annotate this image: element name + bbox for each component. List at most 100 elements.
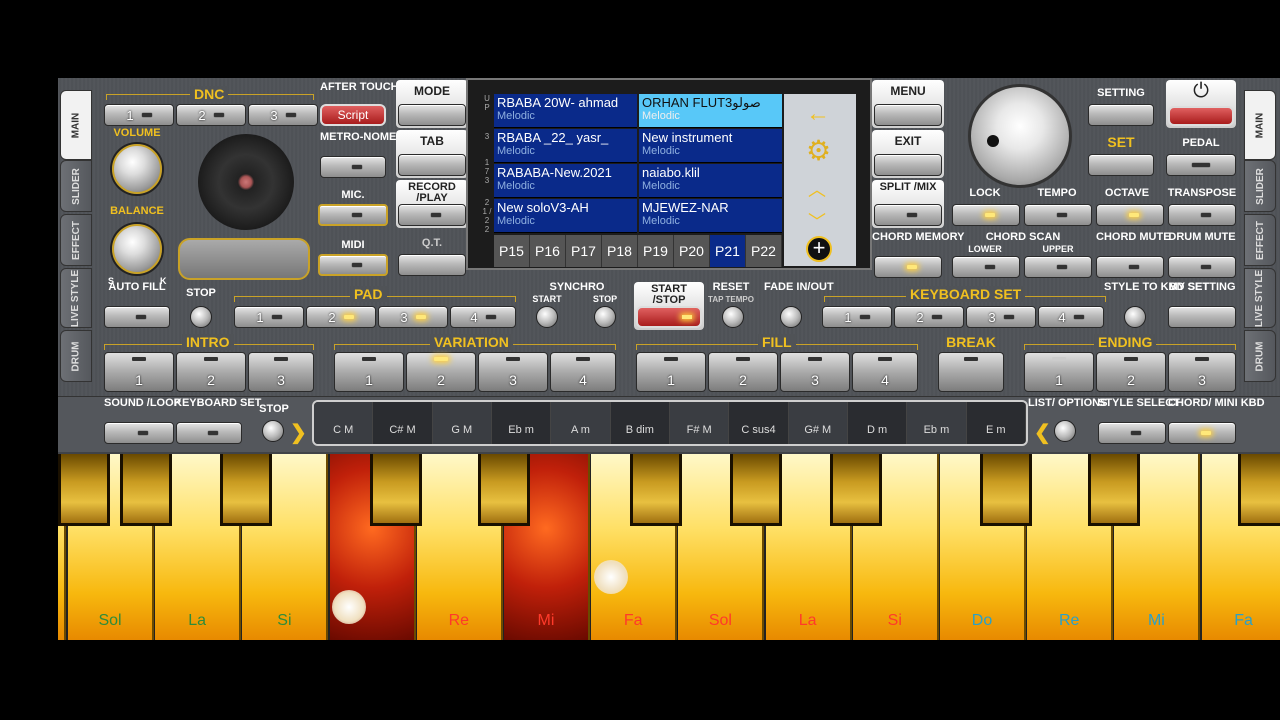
set-button[interactable] bbox=[1088, 154, 1154, 176]
ending-button-3[interactable]: 3 bbox=[1168, 352, 1236, 392]
chord-button[interactable]: C M bbox=[314, 402, 374, 444]
page-p20[interactable]: P20 bbox=[674, 235, 710, 267]
instrument-cell[interactable]: naiabo.klil Melodic bbox=[639, 164, 782, 198]
chord-mute-button[interactable] bbox=[1096, 256, 1164, 278]
chevron-right-icon[interactable]: ❯ bbox=[290, 420, 307, 445]
style-to-kbd-knob[interactable] bbox=[1124, 306, 1146, 328]
data-dial[interactable] bbox=[968, 84, 1072, 188]
chord-scan-lower-button[interactable] bbox=[952, 256, 1020, 278]
setting-button[interactable] bbox=[1088, 104, 1154, 126]
dnc-button-3[interactable]: 3 bbox=[248, 104, 318, 126]
keyboard-set-small-button[interactable] bbox=[176, 422, 242, 444]
metronome-button[interactable] bbox=[320, 156, 386, 178]
tab-main-left[interactable]: MAIN bbox=[60, 90, 92, 160]
instrument-cell[interactable]: MJEWEZ-NAR Melodic bbox=[639, 199, 782, 233]
reset-knob[interactable] bbox=[722, 306, 744, 328]
lock-button[interactable] bbox=[952, 204, 1020, 226]
tab-effect-left[interactable]: EFFECT bbox=[60, 214, 92, 266]
tab-drum-left[interactable]: DRUM bbox=[60, 330, 92, 382]
instrument-cell-selected[interactable]: ORHAN FLUT3صولو Melodic bbox=[639, 94, 782, 128]
tab-toggle[interactable] bbox=[398, 154, 466, 176]
chord-button[interactable]: E m bbox=[967, 402, 1026, 444]
chord-button[interactable]: G# M bbox=[788, 402, 848, 444]
black-key[interactable] bbox=[220, 454, 272, 526]
chord-button[interactable]: F# M bbox=[669, 402, 730, 444]
instrument-cell[interactable]: RBABA _22_ yasr_ Melodic bbox=[494, 129, 637, 163]
tempo-button[interactable] bbox=[1024, 204, 1092, 226]
break-button[interactable] bbox=[938, 352, 1004, 392]
variation-button-1[interactable]: 1 bbox=[334, 352, 404, 392]
black-key[interactable] bbox=[830, 454, 882, 526]
mic-button[interactable] bbox=[318, 204, 388, 226]
instrument-cell[interactable]: New instrument Melodic bbox=[639, 129, 782, 163]
vip-disc-icon[interactable] bbox=[198, 134, 294, 230]
chord-button[interactable]: C# M bbox=[373, 402, 433, 444]
page-p15[interactable]: P15 bbox=[494, 235, 530, 267]
black-key[interactable] bbox=[980, 454, 1032, 526]
power-button[interactable] bbox=[1168, 106, 1234, 126]
pad-button-3[interactable]: 3 bbox=[378, 306, 448, 328]
keyboard-set-button-2[interactable]: 2 bbox=[894, 306, 964, 328]
chevron-up-icon[interactable]: ︿ bbox=[808, 176, 826, 202]
midi-button[interactable] bbox=[318, 254, 388, 276]
back-arrow-icon[interactable]: ← bbox=[806, 100, 830, 128]
black-key[interactable] bbox=[478, 454, 530, 526]
chord-button[interactable]: G M bbox=[432, 402, 492, 444]
instrument-cell[interactable]: New soloV3-AH Melodic bbox=[494, 199, 637, 233]
chord-button[interactable]: Eb m bbox=[492, 402, 552, 444]
chevron-down-icon[interactable]: ﹀ bbox=[808, 208, 826, 234]
page-p16[interactable]: P16 bbox=[530, 235, 566, 267]
chevron-left-icon[interactable]: ❮ bbox=[1034, 420, 1051, 445]
pad-button-4[interactable]: 4 bbox=[450, 306, 516, 328]
ending-button-1[interactable]: 1 bbox=[1024, 352, 1094, 392]
tab-effect-right[interactable]: EFFECT bbox=[1244, 214, 1276, 266]
fade-knob[interactable] bbox=[780, 306, 802, 328]
synchro-start-knob[interactable] bbox=[536, 306, 558, 328]
chord-memory-button[interactable] bbox=[874, 256, 942, 278]
variation-button-3[interactable]: 3 bbox=[478, 352, 548, 392]
chord-scan-upper-button[interactable] bbox=[1024, 256, 1092, 278]
qt-button[interactable] bbox=[398, 254, 466, 276]
record-toggle[interactable] bbox=[398, 204, 466, 226]
split-toggle[interactable] bbox=[874, 204, 942, 226]
pedal-button[interactable] bbox=[1166, 154, 1236, 176]
tab-main-right[interactable]: MAIN bbox=[1244, 90, 1276, 160]
keyboard-set-button-1[interactable]: 1 bbox=[822, 306, 892, 328]
intro-button-1[interactable]: 1 bbox=[104, 352, 174, 392]
page-p19[interactable]: P19 bbox=[638, 235, 674, 267]
keyboard-set-button-3[interactable]: 3 bbox=[966, 306, 1036, 328]
chord-button[interactable]: B dim bbox=[611, 402, 670, 444]
auto-fill-button[interactable] bbox=[104, 306, 170, 328]
pitch-pad[interactable] bbox=[178, 238, 310, 280]
intro-button-3[interactable]: 3 bbox=[248, 352, 314, 392]
script-button[interactable]: Script bbox=[320, 104, 386, 126]
exit-toggle[interactable] bbox=[874, 154, 942, 176]
instrument-cell[interactable]: RABABA-New.2021 Melodic bbox=[494, 164, 637, 198]
black-key[interactable] bbox=[120, 454, 172, 526]
page-p18[interactable]: P18 bbox=[602, 235, 638, 267]
page-p17[interactable]: P17 bbox=[566, 235, 602, 267]
tab-live-style-right[interactable]: LIVE STYLE bbox=[1244, 268, 1276, 328]
black-key[interactable] bbox=[1238, 454, 1280, 526]
mode-toggle[interactable] bbox=[398, 104, 466, 126]
chord-mini-button[interactable] bbox=[1168, 422, 1236, 444]
menu-toggle[interactable] bbox=[874, 104, 942, 126]
chord-button[interactable]: D m bbox=[848, 402, 908, 444]
pad-button-1[interactable]: 1 bbox=[234, 306, 304, 328]
tab-live-style-left[interactable]: LIVE STYLE bbox=[60, 268, 92, 328]
drum-mute-button[interactable] bbox=[1168, 256, 1236, 278]
dnc-button-2[interactable]: 2 bbox=[176, 104, 246, 126]
style-select-button[interactable] bbox=[1098, 422, 1166, 444]
tab-slider-right[interactable]: SLIDER bbox=[1244, 160, 1276, 212]
variation-button-4[interactable]: 4 bbox=[550, 352, 616, 392]
fill-button-3[interactable]: 3 bbox=[780, 352, 850, 392]
page-p22[interactable]: P22 bbox=[746, 235, 782, 267]
tab-drum-right[interactable]: DRUM bbox=[1244, 330, 1276, 382]
chord-button[interactable]: Eb m bbox=[907, 402, 967, 444]
start-stop-button[interactable] bbox=[636, 306, 702, 328]
balance-knob[interactable] bbox=[112, 224, 162, 274]
synchro-stop-knob[interactable] bbox=[594, 306, 616, 328]
black-key[interactable] bbox=[730, 454, 782, 526]
tab-slider-left[interactable]: SLIDER bbox=[60, 160, 92, 212]
ending-button-2[interactable]: 2 bbox=[1096, 352, 1166, 392]
